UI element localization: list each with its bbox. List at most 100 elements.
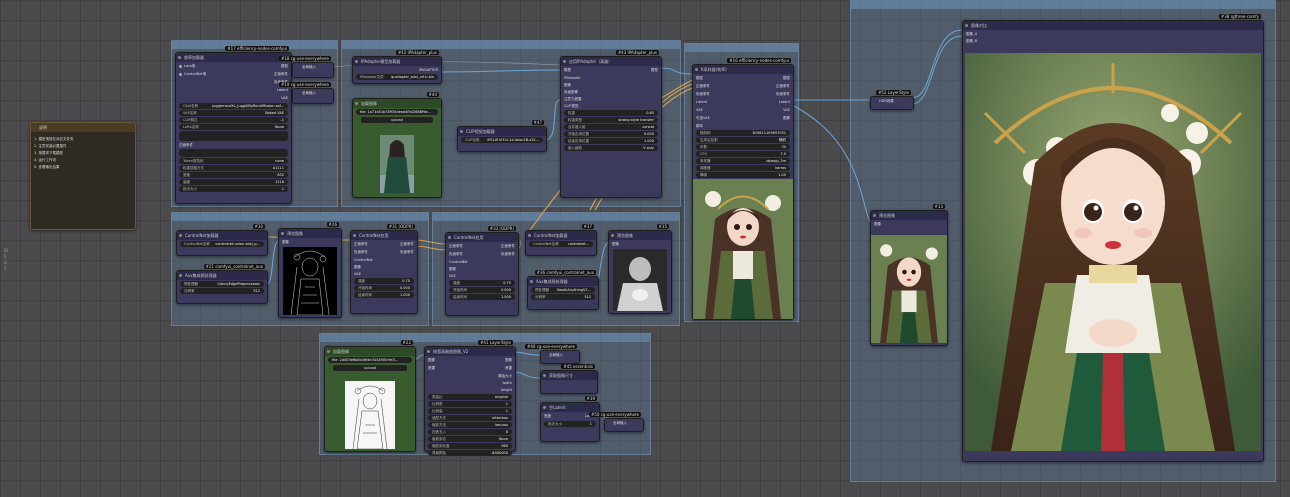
collapse-dot[interactable] [281, 232, 284, 235]
control-after-widget[interactable]: 生成后控制 随机 [696, 137, 790, 143]
input-port[interactable]: IPAdapter [564, 75, 658, 81]
file-widget[interactable]: file: 2d003e6b8c06f4e3434f05c9e3... [328, 357, 412, 363]
sampler-widget[interactable]: 采样器 dpmpp_2m [696, 158, 790, 164]
final-output-image[interactable] [965, 53, 1261, 451]
upload-button[interactable]: upload [333, 365, 407, 371]
note-node[interactable]: 说明 1. 模型请放在对应文件夹 2. 注意安装必要插件 3. 按要求下载模型 … [30, 122, 136, 230]
image-scale-node[interactable]: #41 LayerStyle 按宽高缩放图像_V2 图像 图像 遮罩 遮罩 原始大小… [424, 340, 516, 456]
clip-vision-node[interactable]: #47 CLIP视觉加载器 CLIP名称 IPCLIP-ViT-H-14-laio… [457, 120, 547, 152]
start-percent-widget[interactable]: 开始时间 0.000 [354, 285, 414, 291]
aux-preprocessor-node[interactable]: #21 comfyui_controlnet_aux Aux集成预处理器 预处理… [176, 264, 268, 304]
input-port[interactable]: 正面条件 [449, 243, 463, 249]
controlnet-loader-node[interactable]: #37 ControlNet加载器 ControlNet名称 controlnet… [525, 224, 597, 256]
group-title-bar[interactable] [172, 213, 428, 221]
node-title[interactable]: ControlNet应用 [446, 233, 518, 242]
clip-name-widget[interactable]: CLIP名称 IPCLIP-ViT-H-14-laion2B-s32... [461, 137, 543, 143]
group-title-bar[interactable] [342, 41, 680, 49]
ksampler-node[interactable]: #16 efficiency-nodes-comfyui K采样器(效率) 模型… [692, 58, 794, 320]
batch-widget[interactable]: 批次大小 1 [179, 186, 288, 192]
input-port[interactable]: 图像 [874, 221, 944, 227]
layerstyle-hdr-node[interactable]: #52 LayerStyle HDR效果 [870, 90, 914, 110]
height-widget[interactable]: 高度 1216 [179, 179, 288, 185]
collapse-dot[interactable] [448, 236, 451, 239]
weight-widget[interactable]: 权重 0.65 [564, 110, 658, 116]
collapse-dot[interactable] [543, 406, 546, 409]
input-port[interactable]: VAE [354, 271, 414, 277]
input-port[interactable]: 图像 [612, 241, 668, 247]
ipadapter-file-widget[interactable]: IPAdapter文件 ip-adapter_sdxl_vit-h.bin [356, 74, 438, 80]
node-title[interactable]: ControlNet加载器 [526, 231, 596, 240]
preview-canny-node[interactable]: #26 预览图像 图像 [278, 222, 342, 318]
output-port[interactable]: 负面条件 [400, 249, 414, 255]
node-canvas[interactable]: 说明 1. 模型请放在对应文件夹 2. 注意安装必要插件 3. 按要求下载模型 … [0, 0, 1290, 497]
collapse-dot[interactable] [611, 234, 614, 237]
output-port[interactable]: VAE [281, 95, 288, 101]
efficient-loader-node[interactable]: #17 efficiency-nodes-comfyui 效率加载器 Lora堆… [175, 46, 292, 204]
input-port[interactable]: 图像 [449, 266, 515, 272]
node-title[interactable]: 效率加载器 [176, 53, 291, 62]
proportional-width-widget[interactable]: 比例宽 1 [428, 401, 512, 407]
node-title[interactable]: IPAdapter模型加载器 [353, 57, 441, 66]
resolution-widget[interactable]: 分辨率 512 [531, 294, 595, 300]
input-port[interactable]: CLIP视觉 [564, 103, 658, 109]
start-percent-widget[interactable]: 开始时间 0.000 [449, 287, 515, 293]
width-widget[interactable]: 宽度 832 [179, 172, 288, 178]
group-title-bar[interactable] [433, 213, 679, 221]
controlnet-apply-node[interactable]: #33 [ODPR] ControlNet应用 正面条件 正面条件 负面条件 负面条… [445, 226, 519, 316]
preprocessor-widget[interactable]: 预处理器 DepthAnythingV2... [531, 287, 595, 293]
collapse-dot[interactable] [179, 274, 182, 277]
input-port[interactable]: 正面条件 [354, 241, 368, 247]
load-image-node[interactable]: #44 加载图像 file: 1a71a51b78935dead4f042688… [352, 92, 442, 198]
input-port[interactable]: 图像 [564, 82, 658, 88]
collapse-dot[interactable] [427, 350, 430, 353]
negative-text-area[interactable] [179, 149, 288, 157]
proportional-height-widget[interactable]: 比例高 1 [428, 408, 512, 414]
input-port[interactable]: 脚本 [696, 123, 790, 129]
output-port[interactable]: 正面条件 [776, 83, 790, 89]
input-port[interactable]: ControlNet [354, 257, 414, 263]
output-port[interactable]: Latent [779, 99, 790, 105]
output-port[interactable]: height [428, 387, 512, 393]
node-title[interactable]: 预览图像 [871, 211, 947, 220]
node-title[interactable]: 预览图像 [609, 231, 671, 240]
input-port[interactable]: VAE [449, 273, 515, 279]
batch-widget[interactable]: 批次大小 1 [544, 421, 596, 427]
collapse-dot[interactable] [873, 214, 876, 217]
node-title[interactable]: 加载图像 [325, 347, 415, 356]
collapse-dot[interactable] [353, 234, 356, 237]
node-title[interactable]: 获取图像尺寸 [541, 371, 597, 380]
end-at-widget[interactable]: 结束应用位置 1.000 [564, 138, 658, 144]
input-port[interactable]: 正面条件 [696, 83, 710, 89]
strength-widget[interactable]: 强度 0.75 [449, 280, 515, 286]
anywhere-node[interactable]: #50 cg-use-everywhere 全局输入 [588, 412, 644, 432]
collapse-dot[interactable] [327, 350, 330, 353]
collapse-dot[interactable] [355, 60, 358, 63]
input-port[interactable]: 模型 [696, 75, 703, 81]
fit-widget[interactable]: 适配方式 letterbox [428, 415, 512, 421]
combine-embeds-widget[interactable]: 合并嵌入组 concat [564, 124, 658, 130]
collapse-dot[interactable] [695, 68, 698, 71]
input-port[interactable]: 可选VAE [696, 115, 710, 121]
input-port[interactable]: Latent [696, 99, 707, 105]
node-title[interactable]: 加载图像 [353, 99, 441, 108]
round-widget[interactable]: 四舍五入 8 [428, 429, 512, 435]
input-port[interactable]: ControlNet堆 [179, 71, 206, 77]
output-port[interactable]: 图像 [505, 357, 512, 363]
input-port[interactable]: Lora堆 [179, 63, 195, 69]
collapse-dot[interactable] [530, 280, 533, 283]
ipadapter-loader-node[interactable]: #42 IPAdapter_plus IPAdapter模型加载器 IPADAP… [352, 50, 442, 84]
empty-latent-node[interactable]: #39 空Latent 宽度Latent 批次大小1 [540, 396, 600, 442]
output-port[interactable]: 负面条件 [776, 91, 790, 97]
input-port[interactable]: ControlNet [449, 259, 515, 265]
node-title[interactable]: ControlNet加载器 [177, 231, 267, 240]
output-port[interactable]: 正面条件 [400, 241, 414, 247]
output-port[interactable]: Latent [277, 87, 288, 93]
anywhere-node[interactable]: #18 cg-use-everywhere 全局输入 [278, 56, 334, 78]
input-port[interactable]: 负面条件 [354, 249, 368, 255]
collapse-dot[interactable] [965, 24, 968, 27]
resolution-widget[interactable]: 分辨率 512 [180, 288, 264, 294]
strength-widget[interactable]: 强度 0.75 [354, 278, 414, 284]
input-port[interactable]: 图像 [428, 357, 435, 363]
collapse-dot[interactable] [460, 130, 463, 133]
start-at-widget[interactable]: 开始应用位置 0.000 [564, 131, 658, 137]
